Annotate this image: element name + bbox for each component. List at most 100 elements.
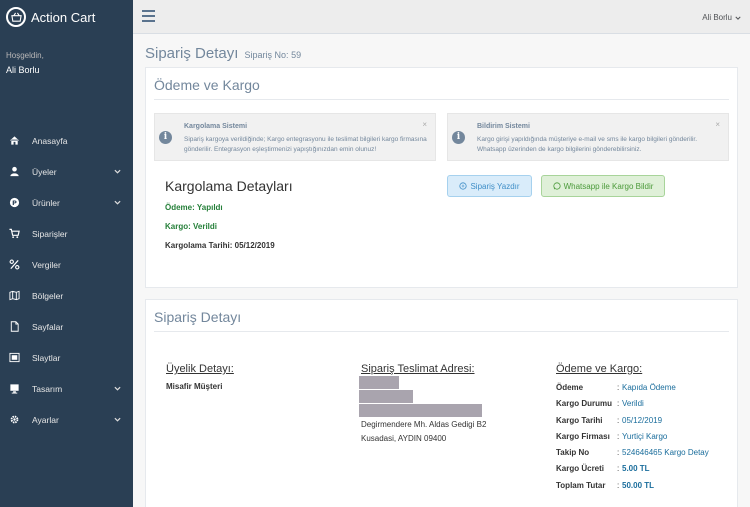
sidebar-item-vergiler[interactable]: Vergiler — [0, 249, 133, 280]
table-row: Takip No: 524646465 Kargo Detay — [556, 448, 736, 464]
row-colon: : — [617, 448, 620, 457]
alert-text: Kargo girişi yapıldığında müşteriye e-ma… — [477, 136, 698, 153]
payment-status: Ödeme: Yapıldı — [165, 203, 223, 212]
sidebar-item-uyeler[interactable]: Üyeler — [0, 156, 133, 187]
address-line-2: Kusadasi, AYDIN 09400 — [361, 434, 447, 443]
alert-title: Bildirim Sistemi — [477, 123, 530, 130]
table-row: Kargo Durumu: Verildi — [556, 399, 736, 415]
row-value: 50.00 TL — [622, 481, 655, 490]
sidebar-item-ayarlar[interactable]: Ayarlar — [0, 404, 133, 435]
chevron-down-icon — [114, 417, 121, 422]
sidebar-item-label: Bölgeler — [32, 290, 64, 301]
print-order-label: Sipariş Yazdır — [470, 181, 520, 191]
chevron-down-icon — [735, 16, 741, 20]
shipping-alert: i Kargolama Sistemi Sipariş kargoya veri… — [154, 113, 436, 161]
sidebar-item-urunler[interactable]: P Ürünler — [0, 187, 133, 218]
profile: Hoşgeldin, Ali Borlu — [0, 34, 133, 125]
sidebar-item-sayfalar[interactable]: Sayfalar — [0, 311, 133, 342]
alert-text: Sipariş kargoya verildiğinde; Kargo ente… — [184, 136, 427, 153]
chevron-down-icon — [114, 169, 121, 174]
print-icon — [459, 182, 468, 190]
sidebar-item-label: Üyeler — [32, 166, 57, 177]
user-icon — [8, 166, 20, 178]
row-key: Kargo Tarihi — [556, 416, 603, 425]
panel-title: Sipariş Detayı — [154, 309, 242, 325]
table-row: Kargo Tarihi: 05/12/2019 — [556, 416, 736, 432]
info-icon: i — [452, 131, 465, 144]
page-icon — [8, 321, 20, 333]
whatsapp-notify-button[interactable]: Whatsapp ile Kargo Bildir — [541, 175, 665, 197]
slides-icon — [8, 352, 20, 364]
delivery-address-title: Sipariş Teslimat Adresi: — [361, 363, 475, 375]
sidebar-item-label: Sayfalar — [32, 321, 64, 332]
row-value: Yurtiçi Kargo — [622, 432, 668, 441]
sidebar-item-label: Tasarım — [32, 383, 63, 394]
divider — [154, 99, 729, 100]
close-icon[interactable]: × — [715, 120, 720, 129]
row-value: Verildi — [622, 399, 644, 408]
cargo-date: Kargolama Tarihi: 05/12/2019 — [165, 241, 275, 250]
cargo-details-title: Kargolama Detayları — [165, 178, 293, 194]
redacted-name — [359, 376, 399, 389]
menu-toggle-icon[interactable] — [142, 10, 155, 22]
brand-name: Action Cart — [31, 9, 96, 25]
sidebar-item-label: Slaytlar — [32, 352, 61, 363]
notification-alert: i Bildirim Sistemi Kargo girişi yapıldığ… — [447, 113, 729, 161]
sidebar: Action Cart Hoşgeldin, Ali Borlu Anasayf… — [0, 0, 133, 507]
user-dropdown[interactable]: Ali Borlu — [702, 13, 741, 22]
alert-title: Kargolama Sistemi — [184, 123, 248, 130]
sidebar-item-label: Ürünler — [32, 197, 60, 208]
print-order-button[interactable]: Sipariş Yazdır — [447, 175, 532, 197]
table-row: Kargo Ücreti: 5.00 TL — [556, 464, 736, 480]
divider — [154, 331, 729, 332]
user-dropdown-label: Ali Borlu — [702, 13, 732, 22]
row-value: 5.00 TL — [622, 464, 650, 473]
tracking-link[interactable]: 524646465 Kargo Detay — [622, 448, 709, 457]
row-colon: : — [617, 416, 620, 425]
profile-name: Ali Borlu — [6, 65, 40, 75]
design-icon — [8, 383, 20, 395]
payment-cargo-title: Ödeme ve Kargo: — [556, 363, 643, 375]
address-line-1: Degirmendere Mh. Aldas Gedigi B2 — [361, 420, 487, 429]
topbar: Ali Borlu — [133, 0, 750, 34]
sidebar-item-bolgeler[interactable]: Bölgeler — [0, 280, 133, 311]
sidebar-item-slaytlar[interactable]: Slaytlar — [0, 342, 133, 373]
product-icon: P — [8, 197, 20, 209]
sidebar-item-label: Ayarlar — [32, 414, 59, 425]
row-key: Takip No — [556, 448, 590, 457]
main-content: Sipariş Detayı Sipariş No: 59 Ödeme ve K… — [133, 34, 750, 507]
table-row: Kargo Firması: Yurtiçi Kargo — [556, 432, 736, 448]
info-icon: i — [159, 131, 172, 144]
sidebar-item-siparisler[interactable]: Siparişler — [0, 218, 133, 249]
row-colon: : — [617, 399, 620, 408]
row-key: Kargo Durumu — [556, 399, 612, 408]
row-key: Ödeme — [556, 383, 584, 392]
svg-text:P: P — [12, 199, 17, 207]
row-colon: : — [617, 432, 620, 441]
whatsapp-icon — [552, 182, 561, 190]
whatsapp-notify-label: Whatsapp ile Kargo Bildir — [563, 181, 654, 191]
row-value: 05/12/2019 — [622, 416, 663, 425]
settings-icon — [8, 414, 20, 426]
close-icon[interactable]: × — [422, 120, 427, 129]
sidebar-menu: Anasayfa Üyeler P Ürünler Siparişler Ver… — [0, 125, 133, 435]
brand[interactable]: Action Cart — [0, 0, 133, 34]
sidebar-item-anasayfa[interactable]: Anasayfa — [0, 125, 133, 156]
panel-title: Ödeme ve Kargo — [154, 77, 260, 93]
table-row: Toplam Tutar: 50.00 TL — [556, 481, 736, 497]
home-icon — [8, 135, 20, 147]
cargo-status: Kargo: Verildi — [165, 222, 218, 231]
order-detail-panel: Sipariş Detayı Üyelik Detayı: Misafir Mü… — [145, 299, 738, 507]
member-detail-value: Misafir Müşteri — [166, 382, 223, 391]
page-subtitle: Sipariş No: 59 — [244, 50, 302, 60]
page-title: Sipariş Detayı Sipariş No: 59 — [145, 45, 301, 62]
welcome-text: Hoşgeldin, — [6, 51, 44, 60]
row-key: Toplam Tutar — [556, 481, 606, 490]
member-detail-title: Üyelik Detayı: — [166, 363, 234, 375]
cart-icon — [8, 228, 20, 240]
sidebar-item-tasarim[interactable]: Tasarım — [0, 373, 133, 404]
row-colon: : — [617, 481, 620, 490]
row-colon: : — [617, 383, 620, 392]
row-colon: : — [617, 464, 620, 473]
basket-icon — [6, 7, 26, 27]
